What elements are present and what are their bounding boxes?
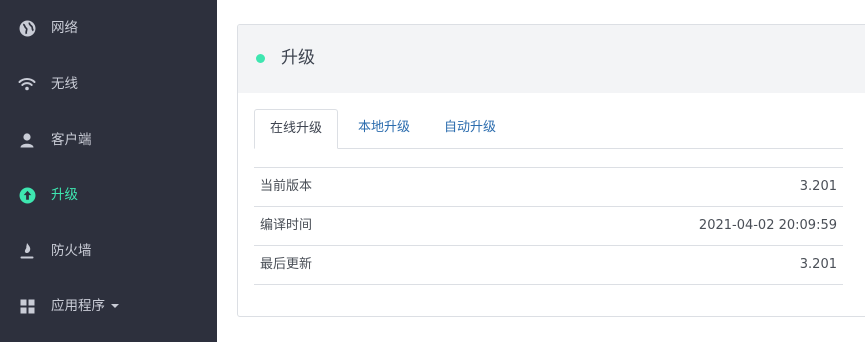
sidebar-item-wireless[interactable]: 无线 (0, 64, 217, 104)
status-dot-icon (256, 54, 265, 63)
user-icon (18, 131, 36, 149)
sidebar-item-label: 升级 (51, 187, 78, 203)
sidebar-item-label: 无线 (51, 76, 78, 92)
sidebar-item-network[interactable]: 网络 (0, 8, 217, 48)
table-row: 编译时间 2021-04-02 20:09:59 (254, 207, 843, 246)
row-value: 2021-04-02 20:09:59 (698, 218, 837, 233)
globe-icon (18, 19, 36, 37)
sidebar-item-label: 客户端 (51, 132, 92, 148)
row-key: 当前版本 (260, 179, 313, 194)
upgrade-tabs: 在线升级 本地升级 自动升级 (254, 109, 843, 149)
caret-down-icon (111, 304, 119, 308)
table-row: 最后更新 3.201 (254, 246, 843, 285)
row-key: 编译时间 (260, 218, 313, 233)
upgrade-arrow-icon (18, 186, 36, 204)
tab-auto-upgrade[interactable]: 自动升级 (428, 109, 512, 148)
fire-icon (18, 242, 36, 260)
row-key: 最后更新 (260, 257, 313, 272)
sidebar: 网络 无线 客户端 升级 防火墙 应用程序 (0, 0, 217, 342)
sidebar-item-firewall[interactable]: 防火墙 (0, 231, 217, 271)
sidebar-item-label: 应用程序 (51, 298, 105, 314)
panel-header: 升级 (238, 25, 865, 93)
row-value: 3.201 (799, 179, 837, 194)
wifi-icon (18, 75, 36, 93)
table-row: 当前版本 3.201 (254, 168, 843, 207)
sidebar-item-upgrade[interactable]: 升级 (0, 175, 217, 215)
panel-title: 升级 (281, 48, 315, 68)
version-info-table: 当前版本 3.201 编译时间 2021-04-02 20:09:59 最后更新… (254, 167, 843, 285)
sidebar-item-label-wrap: 应用程序 (51, 297, 119, 315)
row-value: 3.201 (799, 257, 837, 272)
tab-local-upgrade[interactable]: 本地升级 (342, 109, 426, 148)
sidebar-item-applications[interactable]: 应用程序 (0, 286, 217, 326)
upgrade-panel: 升级 在线升级 本地升级 自动升级 当前版本 3.201 编译时间 2021-0… (237, 24, 865, 317)
grid-icon (18, 297, 36, 315)
sidebar-item-label: 防火墙 (51, 243, 92, 259)
tab-online-upgrade[interactable]: 在线升级 (254, 109, 338, 149)
sidebar-item-clients[interactable]: 客户端 (0, 120, 217, 160)
sidebar-item-label: 网络 (51, 20, 78, 36)
